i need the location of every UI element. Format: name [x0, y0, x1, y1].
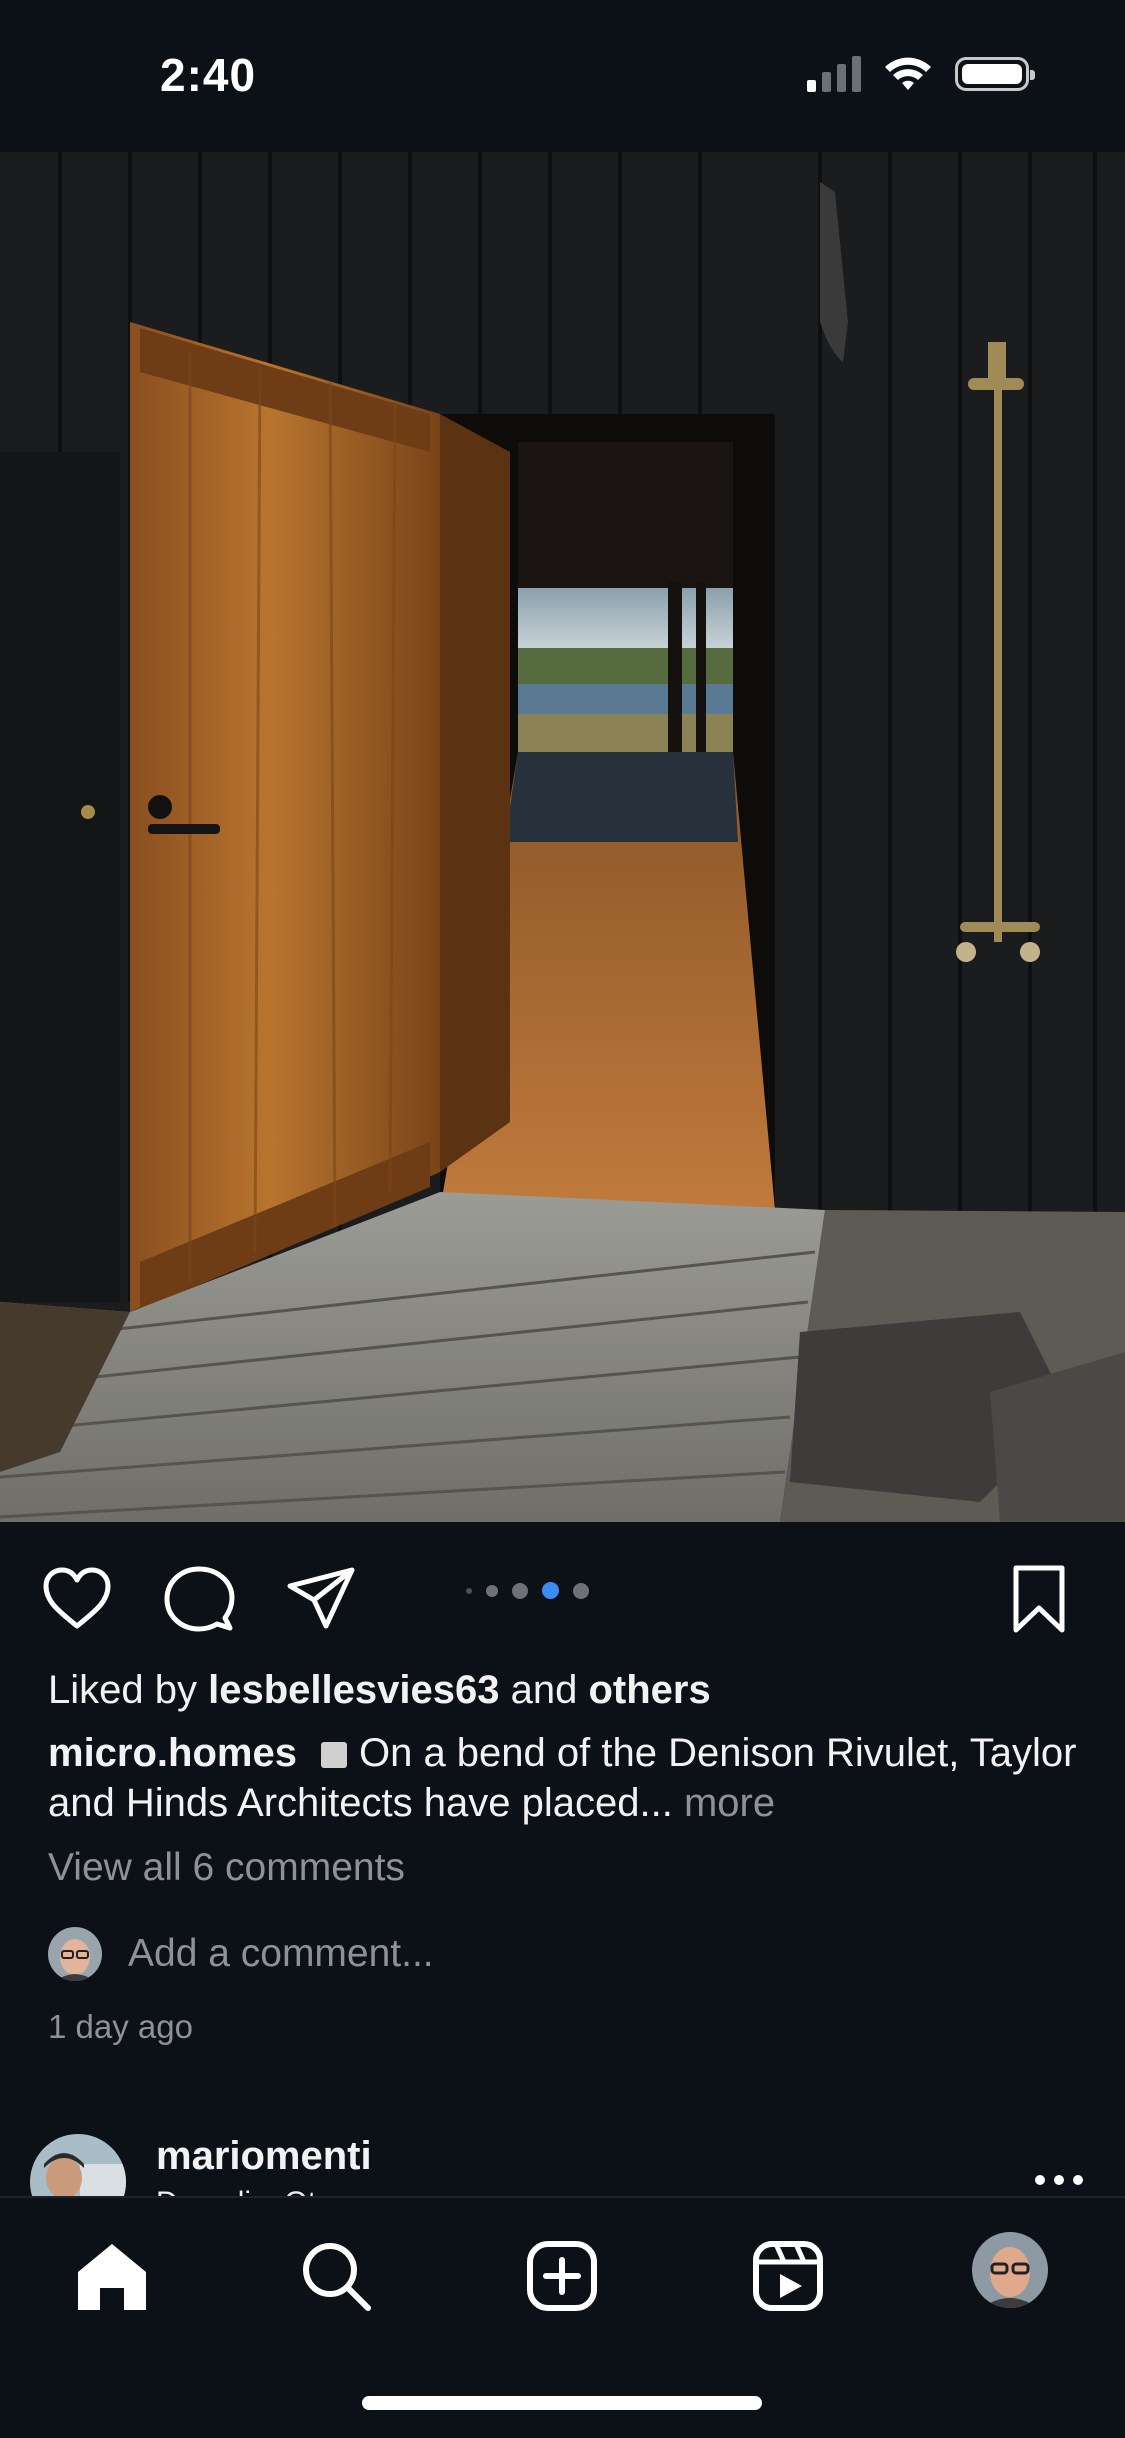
add-comment-row[interactable]: Add a comment...	[48, 1926, 434, 1982]
carousel-indicator	[466, 1582, 589, 1599]
create-icon[interactable]	[524, 2238, 600, 2314]
avatar	[48, 1927, 102, 1981]
status-indicators	[807, 56, 1035, 92]
status-bar: 2:40	[0, 0, 1125, 152]
liked-by-others[interactable]: others	[588, 1668, 710, 1712]
liked-by-middle: and	[499, 1668, 589, 1712]
caption-username[interactable]: micro.homes	[48, 1731, 297, 1775]
wifi-icon	[885, 57, 931, 90]
post-timestamp: 1 day ago	[48, 2008, 193, 2045]
home-icon[interactable]	[74, 2238, 150, 2314]
carousel-dot	[512, 1582, 528, 1599]
more-options-icon[interactable]	[1034, 2174, 1084, 2186]
view-comments-link[interactable]: View all 6 comments	[48, 1846, 405, 1890]
cellular-signal-icon	[807, 56, 861, 92]
search-icon[interactable]	[298, 2238, 374, 2314]
next-post-location[interactable]: Dunedin, Otago	[156, 2186, 366, 2196]
next-post-avatar[interactable]	[30, 2134, 126, 2196]
heart-icon[interactable]	[40, 1562, 114, 1636]
post-caption: micro.homes On a bend of the Denison Rivu…	[48, 1728, 1088, 1828]
carousel-dot	[486, 1584, 498, 1597]
battery-icon	[955, 57, 1035, 91]
carousel-dot-active	[542, 1582, 559, 1599]
comment-icon[interactable]	[162, 1562, 236, 1636]
carousel-dot	[573, 1582, 589, 1599]
reels-icon[interactable]	[750, 2238, 826, 2314]
add-comment-input[interactable]: Add a comment...	[128, 1932, 434, 1976]
next-post-username[interactable]: mariomenti	[156, 2134, 372, 2179]
profile-avatar[interactable]	[972, 2232, 1048, 2308]
caption-more-link[interactable]: more	[684, 1781, 775, 1825]
home-indicator	[362, 2396, 762, 2410]
next-post-header: mariomenti Dunedin, Otago	[0, 2130, 1125, 2196]
status-time: 2:40	[160, 49, 257, 101]
carousel-dot	[466, 1587, 472, 1594]
post-photo	[0, 152, 1125, 1522]
share-icon[interactable]	[284, 1562, 358, 1636]
liked-by-user[interactable]: lesbellesvies63	[208, 1668, 499, 1712]
post-image[interactable]	[0, 152, 1125, 1522]
bookmark-icon[interactable]	[1002, 1562, 1076, 1636]
likes-summary[interactable]: Liked by lesbellesvies63 and others	[48, 1668, 711, 1713]
liked-by-prefix: Liked by	[48, 1668, 209, 1712]
square-emoji-icon	[320, 1742, 347, 1768]
